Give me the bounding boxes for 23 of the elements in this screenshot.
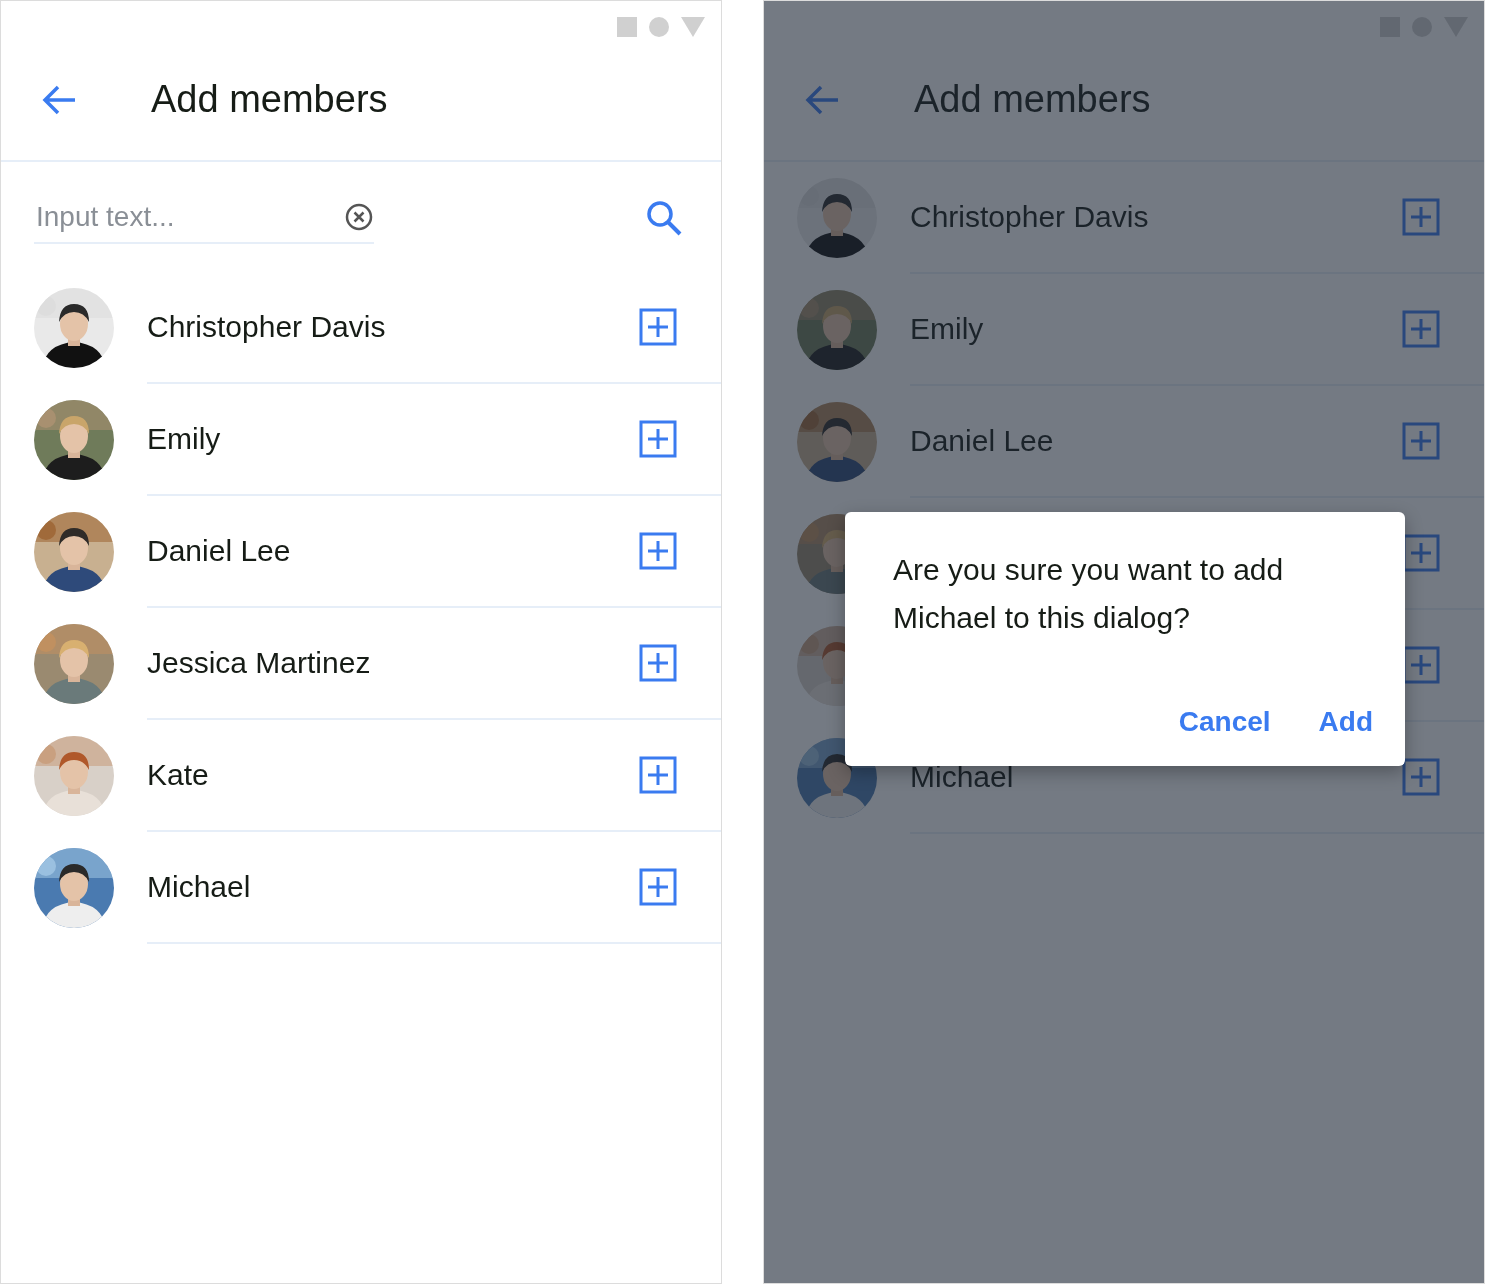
- triangle-icon: [681, 17, 705, 37]
- member-name: Kate: [147, 758, 210, 792]
- circle-icon: [649, 17, 669, 37]
- search-button[interactable]: [645, 199, 683, 237]
- member-name: Emily: [147, 422, 222, 456]
- search-field[interactable]: Input text...: [34, 200, 344, 234]
- member-name: Daniel Lee: [910, 424, 1055, 458]
- clear-button[interactable]: [344, 202, 374, 232]
- member-name: Michael: [147, 870, 252, 904]
- member-name: Christopher Davis: [147, 310, 387, 344]
- square-icon: [617, 17, 637, 37]
- add-button[interactable]: [1402, 646, 1440, 684]
- member-name: Jessica Martinez: [147, 646, 372, 680]
- member-name: Daniel Lee: [147, 534, 292, 568]
- add-button[interactable]: [1402, 534, 1440, 572]
- screen-title: Add members: [914, 78, 1151, 121]
- dialog-button[interactable]: Cancel: [1178, 706, 1271, 738]
- member-name: Michael: [910, 760, 1015, 794]
- member-name: Christopher Davis: [910, 200, 1150, 234]
- dialog-message: Are you sure you want to add Michael to this dialog?: [893, 552, 1285, 636]
- dialog-button[interactable]: Add: [1318, 706, 1373, 738]
- member-name: Emily: [910, 312, 985, 346]
- screen-title: Add members: [151, 78, 388, 121]
